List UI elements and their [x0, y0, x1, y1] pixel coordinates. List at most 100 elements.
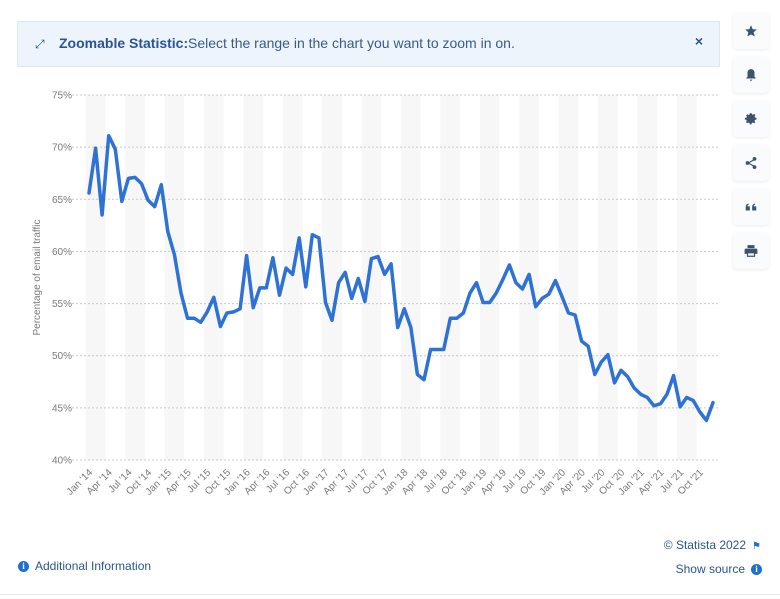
data-point	[296, 235, 302, 241]
share-icon	[745, 157, 757, 169]
data-point	[546, 291, 552, 297]
data-point	[592, 371, 598, 377]
quarter-band	[479, 95, 500, 460]
data-point	[552, 278, 558, 284]
quarter-band	[558, 95, 579, 460]
data-point	[250, 305, 256, 311]
print-button[interactable]	[733, 233, 769, 269]
data-point	[158, 182, 164, 188]
data-point	[185, 315, 191, 321]
banner-title: Zoomable Statistic:	[59, 35, 189, 51]
data-point	[428, 346, 434, 352]
bell-icon	[746, 69, 756, 81]
data-point	[441, 346, 447, 352]
y-tick-label: 75%	[52, 91, 72, 102]
data-point	[401, 306, 407, 312]
data-point	[336, 280, 342, 286]
data-point	[217, 324, 223, 330]
quarter-band	[203, 95, 224, 460]
banner-message: Select the range in the chart you want t…	[188, 35, 515, 51]
expand-icon: ⤢	[35, 37, 45, 51]
data-point	[408, 325, 414, 331]
data-point	[349, 295, 355, 301]
data-point	[375, 254, 381, 260]
data-point	[585, 343, 591, 349]
data-point	[677, 404, 683, 410]
data-point	[165, 229, 171, 235]
y-axis-title: Percentage of email traffic	[32, 220, 43, 336]
notification-button[interactable]	[733, 57, 769, 93]
gear-icon	[744, 113, 757, 125]
divider	[0, 594, 780, 595]
data-point	[270, 255, 276, 261]
quarter-band	[322, 95, 342, 460]
data-point	[99, 212, 105, 218]
data-point	[237, 306, 243, 312]
data-point	[316, 235, 322, 241]
share-button[interactable]	[733, 145, 769, 181]
data-point	[342, 269, 348, 275]
data-point	[178, 290, 184, 296]
data-point	[559, 293, 565, 299]
data-point	[231, 309, 237, 315]
data-point	[211, 294, 217, 300]
cite-button[interactable]	[733, 189, 769, 225]
data-point	[106, 133, 112, 139]
data-point	[257, 285, 263, 291]
data-point	[539, 295, 545, 301]
data-point	[598, 359, 604, 365]
data-point	[664, 391, 670, 397]
data-point	[651, 403, 657, 409]
data-point	[283, 265, 289, 271]
favorite-button[interactable]	[733, 13, 769, 49]
data-point	[263, 285, 269, 291]
show-source-link[interactable]: Show source i	[676, 562, 762, 576]
x-axis-ticks: Jan '14Apr '14Jul '14Oct '14Jan '15Apr '…	[65, 467, 707, 498]
data-point	[703, 417, 709, 423]
additional-information-link[interactable]: i Additional Information	[18, 559, 151, 573]
data-point	[93, 145, 99, 151]
statista-credit: © Statista 2022 ⚑	[664, 538, 761, 552]
data-point	[697, 409, 703, 415]
data-point	[244, 253, 250, 259]
quarter-band	[598, 95, 618, 460]
data-point	[322, 300, 328, 306]
settings-button[interactable]	[733, 101, 769, 137]
data-point	[362, 298, 368, 304]
credit-text: © Statista 2022	[663, 538, 747, 552]
y-tick-label: 50%	[52, 351, 72, 362]
y-tick-label: 70%	[52, 143, 72, 154]
data-point	[204, 309, 210, 315]
data-point	[388, 261, 394, 267]
data-point	[125, 175, 131, 181]
data-point	[355, 276, 361, 282]
data-point	[454, 315, 460, 321]
close-banner-button[interactable]: ×	[695, 33, 703, 49]
star-icon	[745, 25, 757, 37]
y-axis-ticks: 40% 45% 50% 55% 60% 65% 70% 75%	[52, 91, 72, 467]
data-point	[467, 290, 473, 296]
data-point	[395, 325, 401, 331]
quarter-band	[243, 95, 264, 460]
data-point	[112, 146, 118, 152]
data-point	[460, 310, 466, 316]
data-point	[520, 286, 526, 292]
data-point	[329, 317, 335, 323]
flag-icon[interactable]: ⚑	[752, 541, 761, 552]
data-point	[690, 398, 696, 404]
data-point	[638, 391, 644, 397]
data-point	[447, 315, 453, 321]
data-point	[526, 271, 532, 277]
data-point	[171, 252, 177, 258]
line-chart[interactable]: 40% 45% 50% 55% 60% 65% 70% 75% Jan '14Apr '14J…	[0, 80, 730, 530]
data-point	[631, 385, 637, 391]
data-point	[605, 352, 611, 358]
data-point	[382, 271, 388, 277]
data-point	[421, 377, 427, 383]
quarter-band	[440, 95, 461, 460]
data-point	[480, 300, 486, 306]
info-icon: i	[18, 560, 29, 572]
print-icon	[744, 245, 758, 257]
data-point	[513, 280, 519, 286]
data-point	[434, 346, 440, 352]
